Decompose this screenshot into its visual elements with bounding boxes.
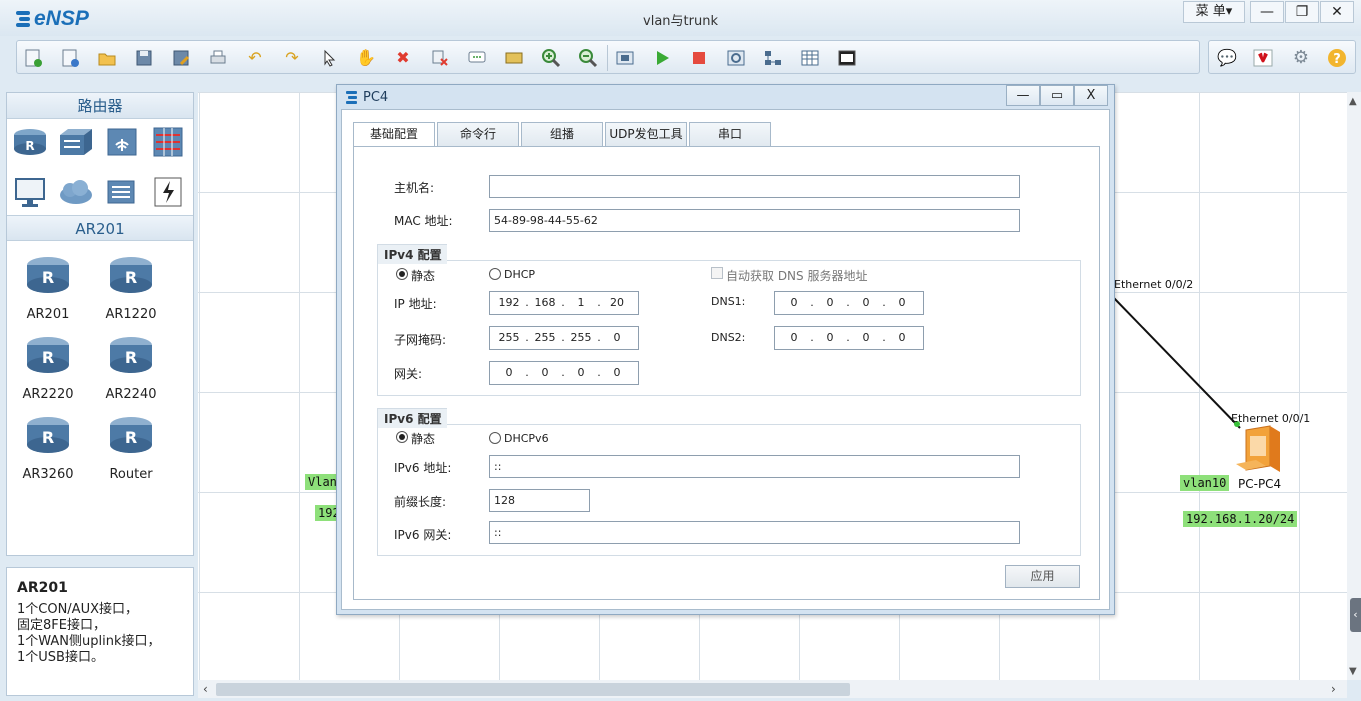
dhcp-radio[interactable] xyxy=(489,268,501,280)
dns2-octet: 0 xyxy=(862,331,870,344)
ipv6-address-label: IPv6 地址: xyxy=(394,461,452,475)
vlan-tag: vlan10 xyxy=(1180,475,1230,491)
hostname-label: 主机名: xyxy=(394,181,435,195)
tab-command-line[interactable]: 命令行 xyxy=(437,122,519,146)
subnet-mask-field[interactable]: 255. 255. 255. 0 xyxy=(489,326,639,350)
ipv6-gateway-label: IPv6 网关: xyxy=(394,528,452,542)
gateway-octet: 0 xyxy=(505,366,513,379)
static6-radio[interactable] xyxy=(396,431,408,443)
horizontal-scroll-thumb[interactable] xyxy=(216,683,850,696)
static-radio[interactable] xyxy=(396,268,408,280)
dialog-maximize-button[interactable]: ▭ xyxy=(1040,85,1074,106)
dhcpv6-label: DHCPv6 xyxy=(504,432,549,445)
dns1-octet: 0 xyxy=(790,296,798,309)
dialog-minimize-button[interactable]: — xyxy=(1006,85,1040,106)
ipv6-gateway-field[interactable]: :: xyxy=(489,521,1020,544)
tab-serial[interactable]: 串口 xyxy=(689,122,771,146)
gateway-label: 网关: xyxy=(394,367,423,381)
pc-label: PC-PC4 xyxy=(1238,477,1282,491)
ip-label: IP 地址: xyxy=(394,297,437,311)
prefix-length-field[interactable]: 128 xyxy=(489,489,590,512)
gateway-octet: 0 xyxy=(541,366,549,379)
mac-field[interactable]: 54-89-98-44-55-62 xyxy=(489,209,1020,232)
network-link[interactable] xyxy=(1111,295,1241,429)
scroll-right-icon[interactable]: › xyxy=(1331,682,1336,696)
dns2-field[interactable]: 0. 0. 0. 0 xyxy=(774,326,924,350)
dialog-title: PC4 xyxy=(363,89,389,105)
ip-octet: 192 xyxy=(498,296,520,309)
tab-udp-tool[interactable]: UDP发包工具 xyxy=(605,122,687,146)
mac-label: MAC 地址: xyxy=(394,214,453,228)
dhcp-label: DHCP xyxy=(504,268,536,281)
prefix-length-label: 前缀长度: xyxy=(394,495,447,509)
gateway-octet: 0 xyxy=(613,366,621,379)
auto-dns-label: 自动获取 DNS 服务器地址 xyxy=(726,269,868,283)
dns2-octet: 0 xyxy=(898,331,906,344)
static-label: 静态 xyxy=(411,269,436,283)
mask-octet: 255 xyxy=(498,331,520,344)
scroll-up-icon[interactable]: ▲ xyxy=(1349,96,1357,107)
ip-octet: 20 xyxy=(610,296,624,309)
mask-octet: 255 xyxy=(534,331,556,344)
dns2-octet: 0 xyxy=(790,331,798,344)
ipv6-group-title: IPv6 配置 xyxy=(377,408,447,428)
pc-icon xyxy=(1236,425,1280,472)
hostname-field[interactable] xyxy=(489,175,1020,198)
ensp-small-icon xyxy=(346,91,357,104)
dns1-field[interactable]: 0. 0. 0. 0 xyxy=(774,291,924,315)
basic-config-page: 主机名: MAC 地址: 54-89-98-44-55-62 IPv4 配置 静… xyxy=(353,146,1100,600)
apply-button[interactable]: 应用 xyxy=(1005,565,1080,588)
mask-label: 子网掩码: xyxy=(394,333,447,347)
dns2-label: DNS2: xyxy=(711,331,746,344)
collapse-right-icon[interactable]: ‹ xyxy=(1350,598,1361,632)
dns1-label: DNS1: xyxy=(711,295,746,308)
dhcpv6-radio[interactable] xyxy=(489,432,501,444)
dialog-close-button[interactable]: X xyxy=(1074,85,1108,106)
dialog-body: 基础配置 命令行 组播 UDP发包工具 串口 主机名: MAC 地址: 54-8… xyxy=(341,109,1110,610)
static6-label: 静态 xyxy=(411,432,436,446)
ip-tag: 192.168.1.20/24 xyxy=(1183,511,1298,527)
vlan-tag-left: Vlan xyxy=(305,474,339,490)
mask-octet: 0 xyxy=(613,331,621,344)
tab-multicast[interactable]: 组播 xyxy=(521,122,603,146)
mask-octet: 255 xyxy=(570,331,592,344)
tab-basic-config[interactable]: 基础配置 xyxy=(353,122,435,147)
port-label: Ethernet 0/0/2 xyxy=(1114,278,1194,291)
dns2-octet: 0 xyxy=(826,331,834,344)
scroll-left-icon[interactable]: ‹ xyxy=(203,682,208,696)
vertical-scrollbar[interactable] xyxy=(1347,92,1361,680)
dns1-octet: 0 xyxy=(826,296,834,309)
dns1-octet: 0 xyxy=(862,296,870,309)
scroll-down-icon[interactable]: ▼ xyxy=(1349,666,1357,677)
ip-address-field[interactable]: 192. 168. 1. 20 xyxy=(489,291,639,315)
ipv4-group-title: IPv4 配置 xyxy=(377,244,447,264)
ip-octet: 1 xyxy=(577,296,585,309)
dialog-title-bar: PC4 xyxy=(345,89,388,105)
gateway-field[interactable]: 0. 0. 0. 0 xyxy=(489,361,639,385)
auto-dns-checkbox[interactable] xyxy=(711,267,723,279)
gateway-octet: 0 xyxy=(577,366,585,379)
ipv6-address-field[interactable]: :: xyxy=(489,455,1020,478)
pc-pc4-device[interactable] xyxy=(1232,424,1290,476)
dns1-octet: 0 xyxy=(898,296,906,309)
pc4-config-dialog: PC4 — ▭ X 基础配置 命令行 组播 UDP发包工具 串口 主机名: MA… xyxy=(336,84,1115,615)
ip-octet: 168 xyxy=(534,296,556,309)
